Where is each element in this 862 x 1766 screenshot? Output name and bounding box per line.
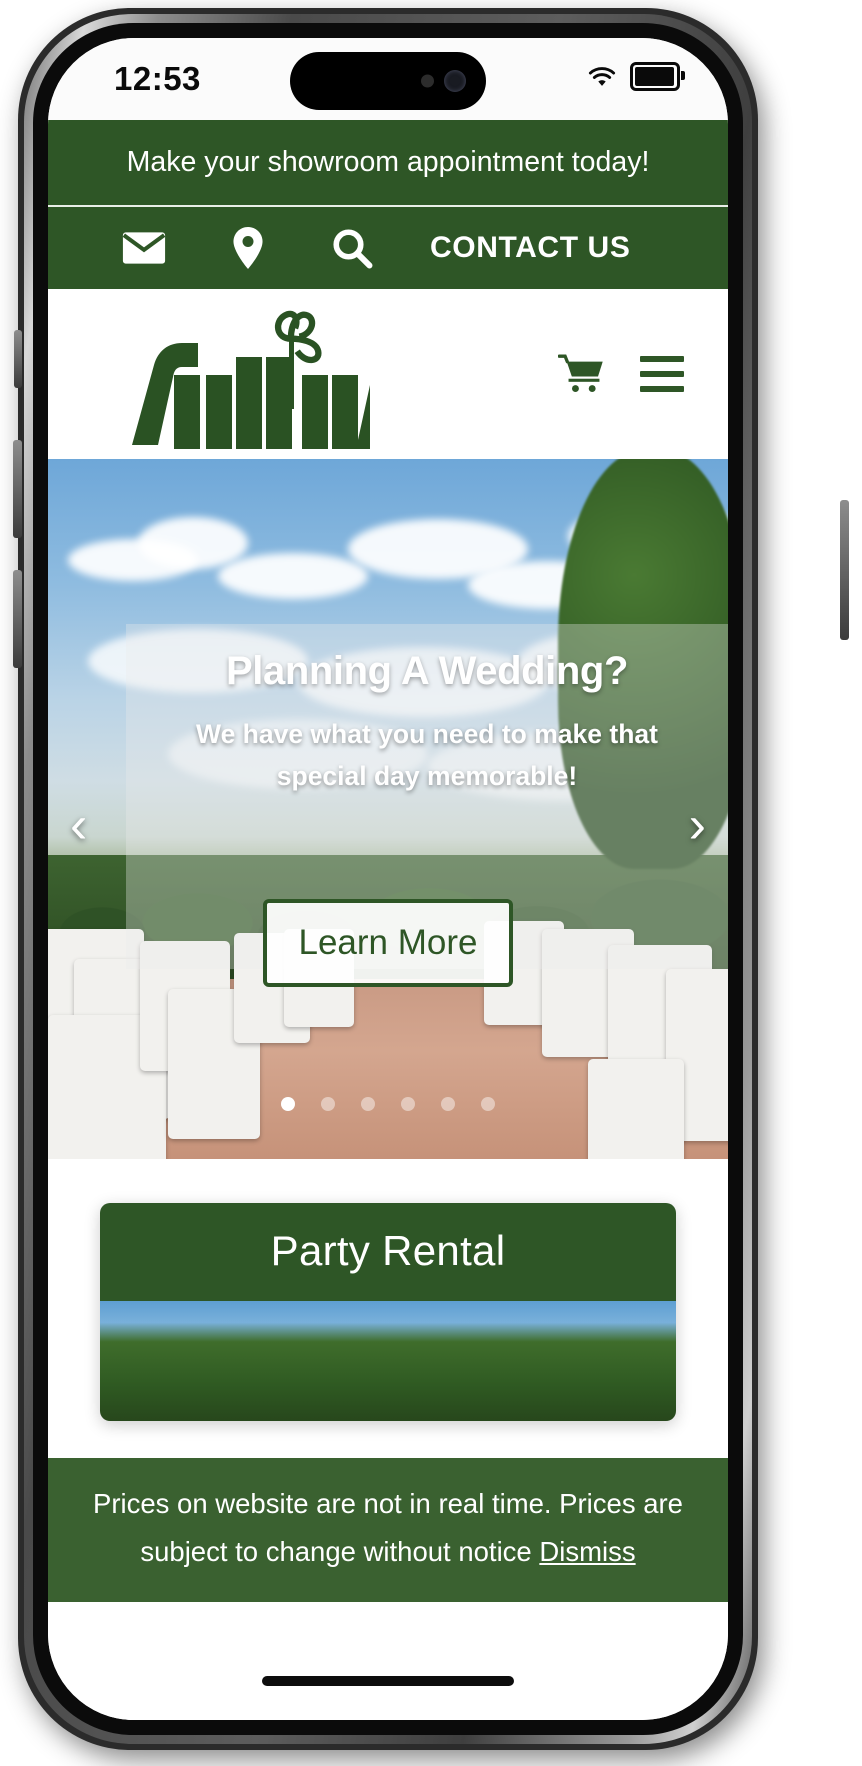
site-header: [48, 289, 728, 459]
status-bar: 12:53: [48, 38, 728, 120]
slider-prev-arrow[interactable]: ‹: [70, 799, 87, 851]
hero-title: Planning A Wedding?: [226, 649, 628, 693]
party-rental-card-title: Party Rental: [100, 1203, 676, 1301]
slider-pagination: [281, 1097, 495, 1111]
hero-subtitle: We have what you need to make that speci…: [196, 719, 658, 791]
party-rental-card[interactable]: Party Rental: [100, 1203, 676, 1421]
dynamic-island: [290, 52, 486, 110]
search-icon: [333, 229, 373, 269]
slider-dot[interactable]: [281, 1097, 295, 1111]
header-actions: [558, 354, 698, 394]
party-rental-card-image: [100, 1301, 676, 1421]
shopping-cart-icon[interactable]: [558, 354, 606, 394]
website-content: Make your showroom appointment today! CO…: [48, 120, 728, 1421]
sullys-logo[interactable]: [70, 299, 408, 449]
battery-icon: [630, 62, 685, 91]
hero-copy: Planning A Wedding? We have what you nee…: [126, 649, 728, 798]
map-pin-icon: [233, 227, 263, 269]
announcement-bar: Make your showroom appointment today!: [48, 120, 728, 207]
sullys-logo-icon: [132, 310, 408, 449]
slider-dot[interactable]: [481, 1097, 495, 1111]
location-link[interactable]: [196, 227, 300, 269]
slider-dot[interactable]: [401, 1097, 415, 1111]
status-clock: 12:53: [114, 60, 201, 97]
price-notice-bar: Prices on website are not in real time. …: [48, 1457, 728, 1602]
silent-switch[interactable]: [14, 330, 22, 388]
home-indicator[interactable]: [262, 1676, 514, 1686]
slider-dot[interactable]: [361, 1097, 375, 1111]
email-link[interactable]: [92, 231, 196, 265]
utility-bar: CONTACT US: [48, 207, 728, 289]
search-button[interactable]: [300, 227, 404, 269]
proximity-sensor-icon: [421, 74, 434, 88]
screenshot-root: 12:53 Make your showroom appointment tod…: [0, 0, 862, 1766]
hamburger-menu-icon[interactable]: [640, 356, 684, 392]
front-camera-icon: [444, 70, 466, 92]
slider-next-arrow[interactable]: ›: [689, 799, 706, 851]
learn-more-button[interactable]: Learn More: [263, 899, 513, 987]
volume-down-button[interactable]: [13, 570, 22, 668]
category-card-section: Party Rental: [48, 1159, 728, 1421]
dismiss-link[interactable]: Dismiss: [539, 1536, 635, 1567]
envelope-icon: [122, 232, 166, 264]
phone-screen: 12:53 Make your showroom appointment tod…: [48, 38, 728, 1720]
slider-dot[interactable]: [441, 1097, 455, 1111]
page-bottom-area: [48, 1602, 728, 1720]
slider-dot[interactable]: [321, 1097, 335, 1111]
contact-us-link[interactable]: CONTACT US: [430, 231, 630, 265]
power-button[interactable]: [840, 500, 849, 640]
wifi-icon: [588, 66, 616, 86]
utility-icon-group: [48, 227, 404, 269]
volume-up-button[interactable]: [13, 440, 22, 538]
hero-slider: Planning A Wedding? We have what you nee…: [48, 459, 728, 1159]
status-indicators: [587, 62, 685, 91]
